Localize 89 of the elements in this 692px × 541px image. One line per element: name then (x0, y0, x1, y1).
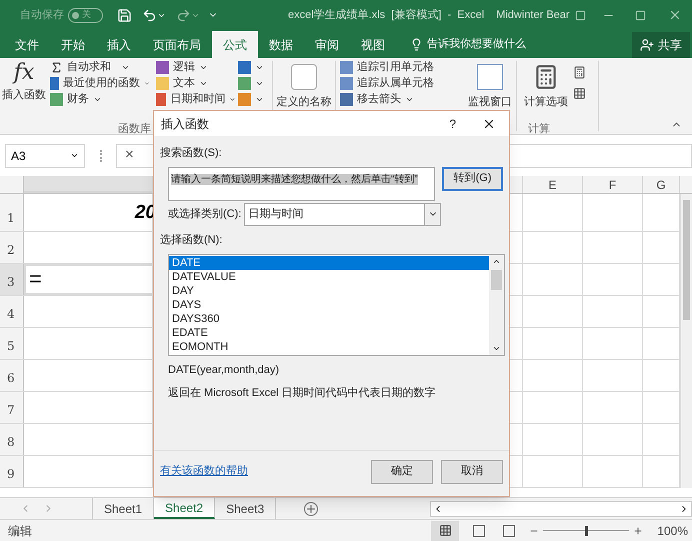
help-link[interactable]: 有关该函数的帮助 (160, 463, 248, 480)
caret-icon (70, 151, 79, 160)
row-header[interactable]: 7 (7, 401, 15, 419)
sigma-icon (50, 60, 63, 74)
share-icon (640, 38, 654, 52)
zoom-level: 100% (657, 522, 688, 540)
group-label: 计算 (528, 122, 550, 137)
category-select[interactable]: 日期与时间 (244, 202, 442, 226)
dialog-title: 插入函数 (161, 116, 209, 132)
help-button[interactable]: ? (449, 114, 456, 132)
ok-button[interactable]: 确定 (371, 460, 433, 484)
column-header[interactable]: F (608, 176, 616, 194)
go-button[interactable]: 转到(G) (442, 166, 503, 190)
ribbon-tab[interactable]: 插入 (96, 31, 142, 58)
name-box[interactable]: A3 (5, 144, 85, 168)
ribbon-tab[interactable]: 审阅 (304, 31, 350, 58)
text-button[interactable]: 文本 (156, 75, 236, 91)
ribbon-tab[interactable]: 文件 (4, 31, 50, 58)
category-label: 或选择类别(C): (168, 206, 242, 222)
defined-names-button[interactable]: 定义的名称 (273, 58, 335, 134)
tell-me-field[interactable]: 告诉我你想要做什么 (410, 31, 526, 58)
search-field[interactable]: 请输入一条简短说明来描述您想做什么，然后单击“转到” (168, 166, 436, 200)
row-header[interactable]: 1 (7, 209, 15, 227)
ribbon-tab[interactable]: 开始 (50, 31, 96, 58)
list-scrollbar[interactable] (489, 255, 504, 355)
user-name: Midwinter Bear (496, 8, 570, 23)
function-list-label: 选择函数(N): (160, 232, 224, 248)
lightbulb-icon (410, 38, 423, 51)
insert-function-button[interactable]: fx 插入函数 (0, 59, 48, 134)
cancel-button[interactable]: × (125, 144, 134, 167)
vertical-scrollbar[interactable] (680, 194, 692, 488)
row-header[interactable]: 5 (7, 337, 15, 355)
recent-functions-button[interactable]: 最近使用的函数 (50, 75, 150, 91)
zoom-slider[interactable] (543, 526, 630, 536)
function-item[interactable]: EOMONTH (169, 340, 489, 354)
function-item[interactable]: EDATE (169, 326, 489, 340)
function-item[interactable]: DAYS360 (169, 312, 489, 326)
column-header[interactable]: E (548, 176, 556, 194)
function-item[interactable]: DATE (169, 256, 489, 270)
row-header[interactable]: 4 (7, 305, 15, 323)
share-button[interactable]: 共享 (632, 32, 690, 58)
cancel-button[interactable]: 取消 (441, 460, 503, 484)
ribbon-display-icon[interactable] (575, 10, 586, 20)
normal-view-icon[interactable] (431, 520, 460, 540)
column-header[interactable]: G (656, 176, 666, 194)
page-layout-icon[interactable] (473, 524, 486, 536)
scroll-thumb[interactable] (491, 270, 502, 290)
ribbon-tab[interactable]: 页面布局 (142, 31, 212, 58)
autosave-label: 自动保存 (20, 8, 64, 23)
redo-icon[interactable] (176, 8, 191, 22)
row-header[interactable]: 2 (7, 241, 15, 259)
function-signature: DATE(year,month,day) (168, 363, 280, 378)
logical-button[interactable]: 逻辑 (156, 59, 236, 75)
function-item[interactable]: DAY (169, 284, 489, 298)
ribbon-tab[interactable]: 数据 (258, 31, 304, 58)
financial-button[interactable]: 财务 (50, 91, 150, 107)
page-break-icon[interactable] (503, 524, 516, 536)
sheet-calc-icon[interactable] (573, 87, 586, 100)
function-item[interactable]: DATEVALUE (169, 270, 489, 284)
scroll-down-icon[interactable] (492, 344, 501, 353)
autosum-button[interactable]: 自动求和 (50, 59, 150, 75)
ribbon-tab[interactable]: 视图 (350, 31, 396, 58)
watch-window-button[interactable]: 监视窗口 (464, 58, 516, 134)
save-icon[interactable] (117, 8, 132, 22)
function-description: 返回在 Microsoft Excel 日期时间代码中代表日期的数字 (168, 386, 437, 400)
sheet-tab[interactable]: Sheet2 (154, 498, 216, 519)
status-mode: 编辑 (8, 522, 32, 540)
search-label: 搜索函数(S): (160, 146, 223, 161)
date-time-button[interactable]: 日期和时间 (156, 91, 236, 107)
scroll-up-icon[interactable] (492, 257, 501, 266)
maximize-icon[interactable] (635, 10, 646, 20)
row-header[interactable]: 3 (7, 273, 15, 291)
cell-text: = (29, 267, 42, 291)
horizontal-scrollbar[interactable] (430, 500, 692, 516)
window-title: excel学生成绩单.xls [兼容模式] - Excel (288, 8, 484, 23)
function-item[interactable]: DAYS (169, 298, 489, 312)
trace-precedents-button[interactable]: 追踪引用单元格 (340, 59, 458, 75)
row-header[interactable]: 8 (7, 433, 15, 451)
undo-icon[interactable] (142, 8, 157, 22)
trace-dependents-button[interactable]: 追踪从属单元格 (340, 75, 458, 91)
row-header[interactable]: 9 (7, 465, 15, 483)
group-label: 函数库 (118, 122, 151, 137)
remove-arrows-button[interactable]: 移去箭头 (340, 91, 458, 107)
ribbon-tab[interactable]: 公式 (212, 31, 258, 58)
add-sheet-icon[interactable] (304, 502, 318, 516)
zoom-in-icon[interactable] (633, 526, 644, 536)
row-header[interactable]: 6 (7, 369, 15, 387)
calculator-icon[interactable] (573, 66, 586, 79)
zoom-thumb[interactable] (585, 526, 588, 536)
